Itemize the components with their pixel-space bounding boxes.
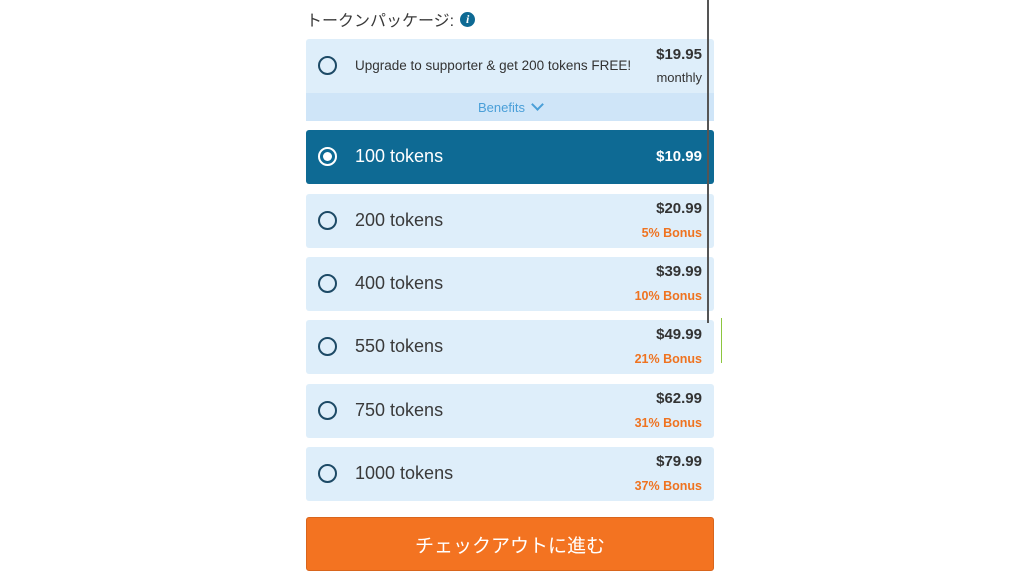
supporter-price-block: $19.95 monthly	[656, 46, 702, 85]
package-price: $79.99	[656, 453, 702, 470]
package-price: $20.99	[656, 200, 702, 217]
package-option-550[interactable]: 550 tokens $49.99 21% Bonus	[306, 320, 714, 374]
package-price: $62.99	[656, 390, 702, 407]
package-radio[interactable]	[318, 147, 337, 166]
package-option-750[interactable]: 750 tokens $62.99 31% Bonus	[306, 384, 714, 438]
divider	[721, 318, 722, 363]
scrollbar[interactable]	[707, 0, 709, 323]
package-option-400[interactable]: 400 tokens $39.99 10% Bonus	[306, 257, 714, 311]
package-label: 400 tokens	[355, 273, 444, 293]
package-radio[interactable]	[318, 211, 337, 230]
package-bonus: 37% Bonus	[634, 479, 702, 493]
package-radio[interactable]	[318, 337, 337, 356]
package-radio[interactable]	[318, 274, 337, 293]
package-option-1000[interactable]: 1000 tokens $79.99 37% Bonus	[306, 447, 714, 501]
info-icon[interactable]: i	[460, 11, 476, 27]
package-radio[interactable]	[318, 464, 337, 483]
package-price: $39.99	[656, 263, 702, 280]
package-bonus: 21% Bonus	[634, 352, 702, 366]
supporter-option-main[interactable]: Upgrade to supporter & get 200 tokens FR…	[306, 39, 714, 93]
package-option-100[interactable]: 100 tokens $10.99	[306, 130, 714, 184]
heading-text: トークンパッケージ:	[306, 13, 455, 30]
checkout-button[interactable]: チェックアウトに進む	[306, 517, 714, 571]
supporter-period: monthly	[656, 70, 702, 85]
chevron-down-icon	[531, 98, 544, 111]
package-label: 1000 tokens	[355, 463, 454, 483]
package-bonus: 31% Bonus	[634, 416, 702, 430]
package-bonus: 5% Bonus	[641, 226, 702, 240]
benefits-toggle[interactable]: Benefits	[306, 93, 714, 121]
package-radio[interactable]	[318, 401, 337, 420]
package-price: $49.99	[656, 326, 702, 343]
package-bonus: 10% Bonus	[634, 289, 702, 303]
package-option-200[interactable]: 200 tokens $20.99 5% Bonus	[306, 194, 714, 248]
supporter-option[interactable]: Upgrade to supporter & get 200 tokens FR…	[306, 39, 714, 121]
supporter-text: Upgrade to supporter & get 200 tokens FR…	[355, 58, 632, 73]
benefits-label: Benefits	[478, 99, 525, 115]
package-label: 550 tokens	[355, 336, 444, 356]
package-price: $10.99	[656, 148, 702, 165]
supporter-radio[interactable]	[318, 56, 337, 75]
package-label: 750 tokens	[355, 400, 444, 420]
section-heading: トークンパッケージ: i	[306, 8, 476, 30]
supporter-price: $19.95	[656, 46, 702, 63]
package-label: 200 tokens	[355, 210, 444, 230]
package-label: 100 tokens	[355, 146, 444, 166]
